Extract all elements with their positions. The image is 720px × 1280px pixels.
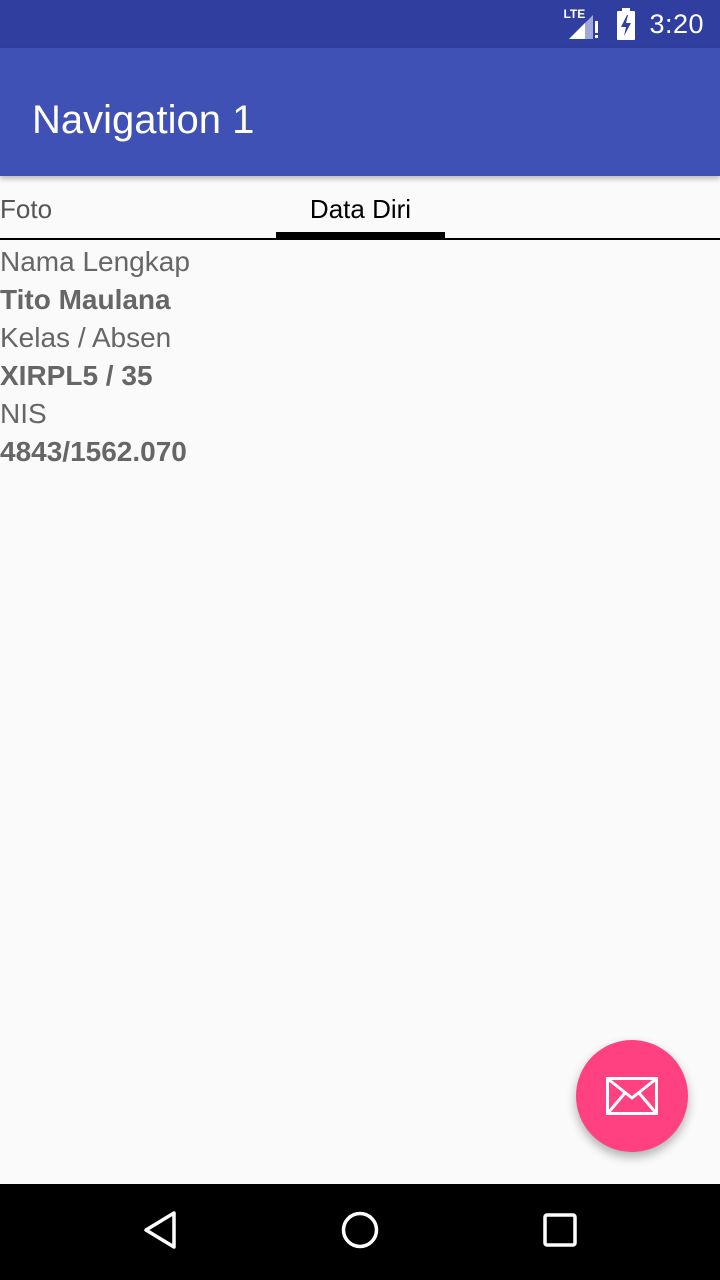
profile-details: Nama Lengkap Tito Maulana Kelas / Absen … xyxy=(0,244,720,472)
tab-data-diri[interactable]: Data Diri xyxy=(276,194,445,225)
name-value: Tito Maulana xyxy=(0,284,171,315)
nis-label: NIS xyxy=(0,398,47,429)
home-icon xyxy=(339,1209,381,1256)
home-button[interactable] xyxy=(336,1208,384,1256)
battery-charging-icon xyxy=(615,7,637,41)
status-icons: LTE 3:20 xyxy=(563,0,704,48)
recents-icon xyxy=(541,1211,579,1254)
lte-signal-icon: LTE xyxy=(563,7,603,41)
class-absen-value: XIRPL5 / 35 xyxy=(0,360,153,391)
email-fab-button[interactable] xyxy=(576,1040,688,1152)
back-button[interactable] xyxy=(136,1208,184,1256)
recents-button[interactable] xyxy=(536,1208,584,1256)
tab-bar: Foto Data Diri xyxy=(0,176,720,240)
class-absen-label: Kelas / Absen xyxy=(0,322,172,353)
nis-value: 4843/1562.070 xyxy=(0,436,187,467)
name-label: Nama Lengkap xyxy=(0,246,190,277)
tab-foto[interactable]: Foto xyxy=(0,194,52,225)
back-icon xyxy=(140,1209,180,1256)
status-bar: LTE 3:20 xyxy=(0,0,720,48)
app-bar: Navigation 1 xyxy=(0,48,720,176)
page-title: Navigation 1 xyxy=(32,98,255,142)
tab-indicator xyxy=(276,232,445,238)
mail-icon xyxy=(606,1077,658,1115)
system-nav-bar xyxy=(0,1184,720,1280)
status-time: 3:20 xyxy=(649,8,704,39)
